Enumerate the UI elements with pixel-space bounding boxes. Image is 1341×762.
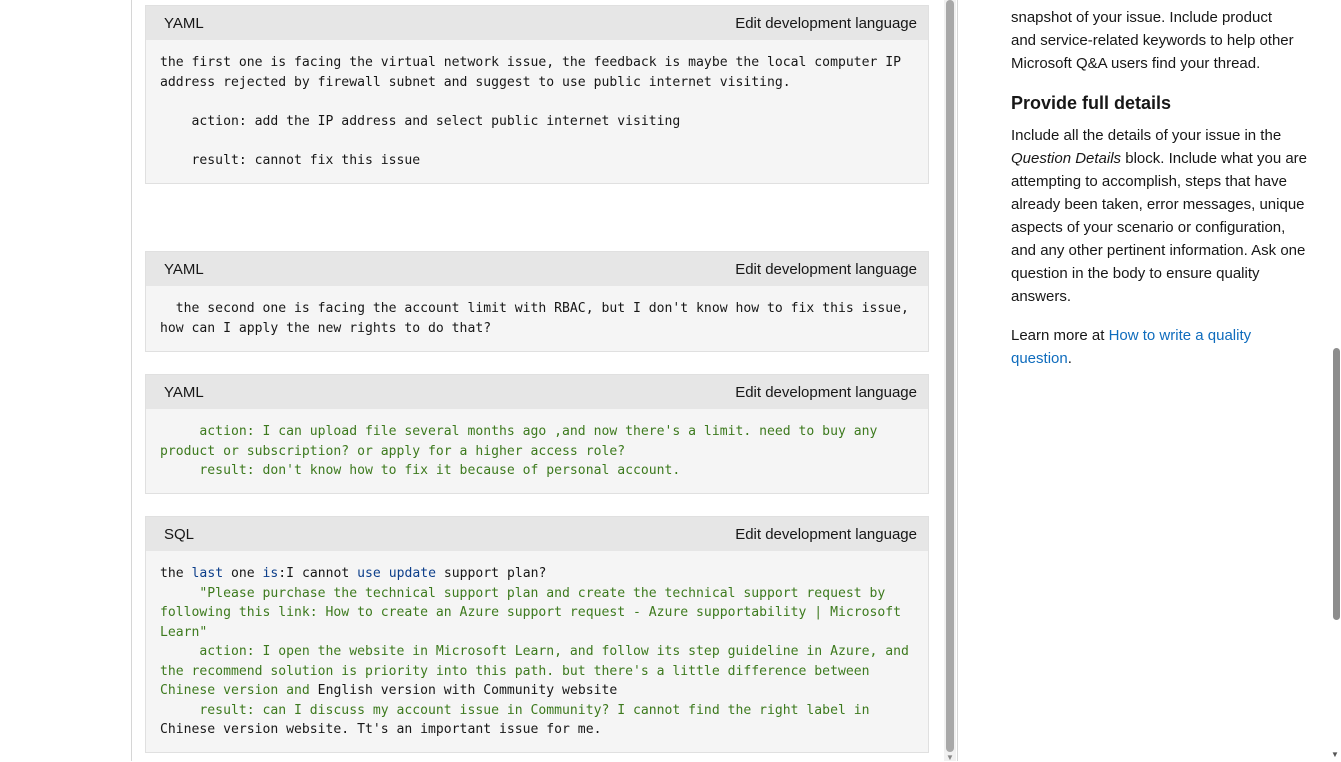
sql-keyword: last [191,566,224,581]
code-content: the last one is:I cannot use update supp… [146,551,928,740]
code-line: result: cannot fix this issue [160,152,421,168]
code-language-label: YAML [164,260,204,278]
code-content: the second one is facing the account lim… [146,286,928,338]
code-content: action: I can upload file several months… [146,409,928,481]
code-line: following this link: How to create an Az… [160,605,902,620]
code-language-label: SQL [164,525,195,543]
code-token: :I cannot [278,566,358,581]
intro-line: Microsoft Q&A users find your thread. [1011,55,1261,72]
code-token: one [223,566,263,581]
code-line: result: don't know how to fix it because… [160,463,681,478]
code-block-header: YAML Edit development language [146,375,928,409]
sql-keyword: use [357,566,381,581]
code-block-sql: SQL Edit development language the last o… [145,516,929,753]
learn-more-suffix: . [1067,350,1072,367]
code-line: the second one is facing the account lim… [160,301,909,316]
code-line: Chinese version and English version with… [160,683,617,698]
code-block-header: YAML Edit development language [146,252,928,286]
edit-development-language-button[interactable]: Edit development language [735,15,917,32]
code-block-yaml-1: YAML Edit development language the first… [145,5,929,184]
editor-scrollbar-thumb[interactable] [946,0,954,752]
code-token: the [160,566,192,581]
code-line: Learn" [160,624,208,640]
edit-development-language-button[interactable]: Edit development language [735,261,917,278]
section-heading: Provide full details [1011,93,1172,113]
code-content: the first one is facing the virtual netw… [146,40,928,170]
sidebar-divider [957,0,958,761]
code-token: support plan? [436,566,547,581]
code-line: action: I open the website in Microsoft … [160,644,909,659]
page-scroll-down-icon[interactable]: ▼ [1331,750,1339,759]
code-line: "Please purchase the technical support p… [160,585,886,601]
content-left-border [131,0,132,761]
code-block-header: YAML Edit development language [146,6,928,40]
code-block-yaml-3: YAML Edit development language action: I… [145,374,929,494]
details-text: block. Include what you are attempting t… [1011,150,1308,305]
code-line: the recommend solution is priority into … [160,663,870,679]
learn-more-paragraph: Learn more at How to write a quality que… [1011,324,1307,370]
details-text: Include all the details of your issue in… [1011,127,1282,144]
code-line: the last one is:I cannot use update supp… [160,566,546,581]
code-line: Chinese version website. Tt's an importa… [160,722,602,737]
sql-keyword: and [286,683,310,698]
code-line: the first one is facing the virtual netw… [160,55,902,70]
code-line: address rejected by firewall subnet and … [160,74,791,90]
code-block-header: SQL Edit development language [146,517,928,551]
code-language-label: YAML [164,14,204,32]
intro-paragraph: snapshot of your issue. Include product … [1011,6,1311,75]
code-line: product or subscription? or apply for a … [160,443,626,459]
sql-keyword: update [388,566,436,581]
sql-keyword: is [262,566,279,581]
code-language-label: YAML [164,383,204,401]
code-block-yaml-2: YAML Edit development language the secon… [145,251,929,352]
edit-development-language-button[interactable]: Edit development language [735,384,917,401]
code-line: result: can I discuss my account issue i… [160,702,870,718]
learn-more-text: Learn more at [1011,327,1109,344]
code-line: action: add the IP address and select pu… [160,113,681,129]
intro-line: and service-related keywords to help oth… [1011,32,1294,49]
question-details-term: Question Details [1011,150,1122,167]
edit-development-language-button[interactable]: Edit development language [735,526,917,543]
code-line: how can I apply the new rights to do tha… [160,320,492,336]
intro-line: snapshot of your issue. Include product [1011,9,1272,26]
details-paragraph: Include all the details of your issue in… [1011,124,1307,308]
code-token: Chinese version [160,683,287,698]
code-line: action: I can upload file several months… [160,424,878,439]
question-body: YAML Edit development language the first… [145,0,929,761]
code-token: English version with Community website [309,683,618,698]
page-scrollbar-thumb[interactable] [1333,348,1340,620]
